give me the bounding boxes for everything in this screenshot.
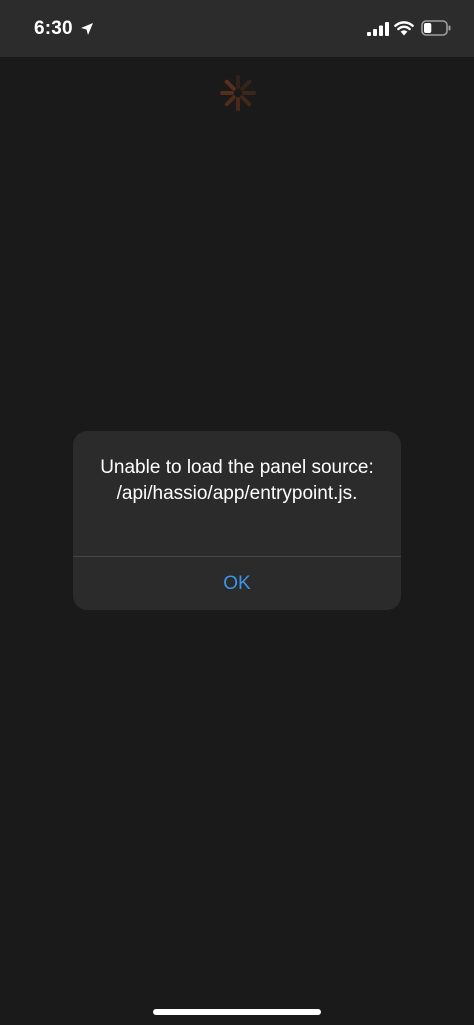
battery-icon [421, 20, 451, 36]
ok-button[interactable]: OK [73, 557, 401, 610]
spinner-spoke [224, 95, 236, 107]
spinner-spoke [224, 79, 236, 91]
spinner-icon [220, 75, 256, 111]
cellular-signal-icon [367, 22, 389, 36]
status-time: 6:30 [34, 18, 73, 39]
spinner-spoke [240, 79, 252, 91]
wifi-icon [394, 21, 414, 36]
location-arrow-icon [81, 23, 93, 35]
home-indicator[interactable] [153, 1009, 321, 1015]
spinner-spoke [240, 95, 252, 107]
alert-message: Unable to load the panel source: /api/ha… [100, 457, 374, 504]
status-bar: 6:30 [0, 0, 474, 57]
alert-dialog: Unable to load the panel source: /api/ha… [73, 431, 401, 610]
